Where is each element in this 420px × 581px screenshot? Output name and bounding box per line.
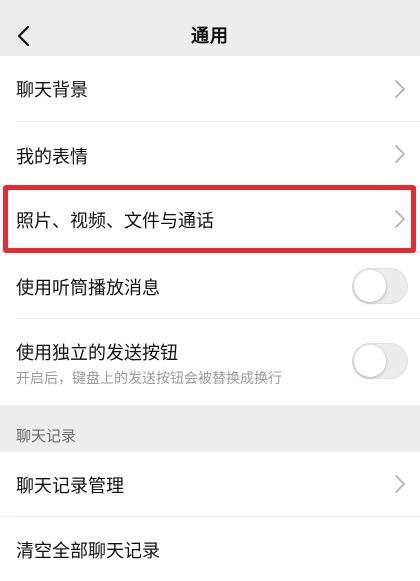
chevron-right-icon bbox=[395, 145, 405, 163]
toggle-knob bbox=[354, 345, 386, 377]
chat-history-manage-row[interactable]: 聊天记录管理 bbox=[0, 452, 420, 516]
chevron-right-icon bbox=[395, 80, 405, 98]
earpiece-playback-label: 使用听筒播放消息 bbox=[16, 278, 160, 299]
earpiece-playback-row: 使用听筒播放消息 bbox=[0, 253, 420, 319]
chevron-right-icon bbox=[395, 475, 405, 493]
chat-background-row[interactable]: 聊天背景 bbox=[0, 56, 420, 122]
my-stickers-label: 我的表情 bbox=[16, 147, 88, 168]
photos-videos-files-calls-label: 照片、视频、文件与通话 bbox=[16, 211, 214, 232]
separate-send-button-row: 使用独立的发送按钮 开启后，键盘上的发送按钮会被替换成换行 bbox=[0, 319, 420, 405]
separate-send-button-label: 使用独立的发送按钮 bbox=[16, 343, 178, 364]
separate-send-button-description: 开启后，键盘上的发送按钮会被替换成换行 bbox=[16, 371, 282, 387]
photos-videos-files-calls-row[interactable]: 照片、视频、文件与通话 bbox=[0, 187, 420, 251]
toggle-knob bbox=[354, 270, 386, 302]
earpiece-playback-toggle[interactable] bbox=[352, 268, 408, 304]
my-stickers-row[interactable]: 我的表情 bbox=[0, 122, 420, 186]
page-title: 通用 bbox=[191, 26, 229, 47]
separate-send-button-toggle[interactable] bbox=[352, 343, 408, 379]
clear-chat-history-label: 清空全部聊天记录 bbox=[16, 541, 160, 562]
chat-history-section-header: 聊天记录 bbox=[16, 427, 77, 445]
chat-background-label: 聊天背景 bbox=[16, 80, 88, 101]
clear-chat-history-row[interactable]: 清空全部聊天记录 bbox=[0, 517, 420, 581]
chat-history-manage-label: 聊天记录管理 bbox=[16, 476, 124, 497]
chevron-right-icon bbox=[395, 210, 405, 228]
